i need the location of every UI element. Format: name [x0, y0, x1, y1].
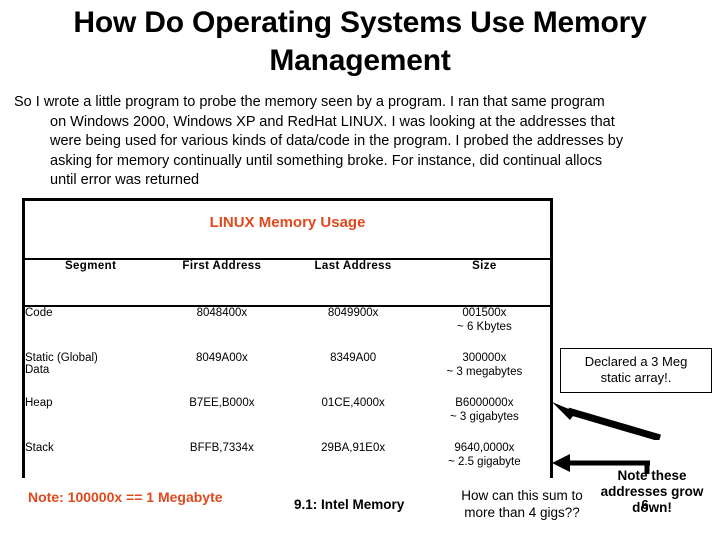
size-approx: ~ 6 Kbytes: [457, 321, 512, 333]
body-line-2: on Windows 2000, Windows XP and RedHat L…: [50, 113, 615, 130]
callout-line-2: static array!.: [600, 370, 672, 385]
sum-question-line-2: more than 4 gigs??: [464, 505, 580, 520]
cell-size: 300000x ~ 3 megabytes: [418, 352, 550, 397]
table-header-row: Segment First Address Last Address Size: [25, 259, 550, 307]
size-approx: ~ 2.5 gigabyte: [448, 456, 521, 468]
table-title: LINUX Memory Usage: [209, 213, 366, 231]
column-header-size: Size: [418, 259, 550, 307]
size-value: B6000000x: [455, 397, 514, 409]
segment-name: Static (Global): [25, 352, 98, 364]
grow-down-line-1: Note these: [617, 468, 687, 483]
body-paragraph: So I wrote a little program to probe the…: [14, 93, 698, 191]
table-title-row: LINUX Memory Usage: [25, 201, 550, 260]
size-value: 9640,0000x: [454, 442, 515, 454]
cell-size: 001500x ~ 6 Kbytes: [418, 306, 550, 352]
cell-segment: Stack: [25, 442, 157, 487]
segment-name: Code: [25, 307, 53, 319]
body-line-3: were being used for various kinds of dat…: [50, 133, 624, 150]
cell-size: B6000000x ~ 3 gigabytes: [418, 397, 550, 442]
cell-last-address: 8049900x: [287, 306, 419, 352]
sum-question-line-1: How can this sum to: [461, 488, 583, 503]
table-row: Code 8048400x 8049900x 001500x ~ 6 Kbyte…: [25, 306, 550, 352]
static-array-callout: Declared a 3 Meg static array!.: [560, 348, 712, 393]
size-value: 300000x: [462, 352, 507, 364]
cell-segment: Heap: [25, 397, 157, 442]
column-header-segment: Segment: [25, 259, 157, 307]
heap-pointer-arrow-icon: [552, 402, 661, 440]
callout-line-1: Declared a 3 Meg: [584, 354, 688, 369]
column-header-first-address: First Address: [156, 259, 288, 307]
body-line-5: until error was returned: [50, 172, 200, 189]
size-approx: ~ 3 gigabytes: [450, 411, 519, 423]
cell-segment: Static (Global) Data: [25, 352, 157, 397]
cell-last-address: 01CE,4000x: [287, 397, 419, 442]
cell-last-address: 8349A00: [287, 352, 419, 397]
size-value: 001500x: [462, 307, 507, 319]
megabyte-note: Note: 100000x == 1 Megabyte: [28, 489, 223, 505]
table-row: Static (Global) Data 8049A00x 8349A00 30…: [25, 352, 550, 397]
segment-name-line-2: Data: [25, 364, 50, 376]
cell-first-address: 8049A00x: [156, 352, 288, 397]
page-title-line-1: How Do Operating Systems Use Memory Mana…: [73, 6, 647, 77]
column-header-last-address: Last Address: [287, 259, 419, 307]
body-line-1: So I wrote a little program to probe the…: [14, 94, 605, 110]
table-row: Heap B7EE,B000x 01CE,4000x B6000000x ~ 3…: [25, 397, 550, 442]
cell-segment: Code: [25, 306, 157, 352]
cell-first-address: B7EE,B000x: [156, 397, 288, 442]
page-title: How Do Operating Systems Use Memory Mana…: [55, 4, 665, 80]
table-row: Stack BFFB,7334x 29BA,91E0x 9640,0000x ~…: [25, 442, 550, 487]
cell-first-address: BFFB,7334x: [156, 442, 288, 487]
linux-memory-usage-table: LINUX Memory Usage Segment First Address…: [22, 198, 553, 487]
cell-size: 9640,0000x ~ 2.5 gigabyte: [418, 442, 550, 487]
segment-name: Heap: [25, 397, 53, 409]
segment-name: Stack: [25, 442, 54, 454]
footer-label: 9.1: Intel Memory: [294, 497, 405, 512]
sum-question-note: How can this sum to more than 4 gigs??: [452, 487, 592, 521]
table-title-cell: LINUX Memory Usage: [25, 201, 550, 260]
size-approx: ~ 3 megabytes: [446, 366, 523, 378]
cell-first-address: 8048400x: [156, 306, 288, 352]
body-line-4: asking for memory continually until some…: [50, 152, 603, 169]
page-number: 6: [641, 497, 649, 512]
cell-last-address: 29BA,91E0x: [287, 442, 419, 487]
